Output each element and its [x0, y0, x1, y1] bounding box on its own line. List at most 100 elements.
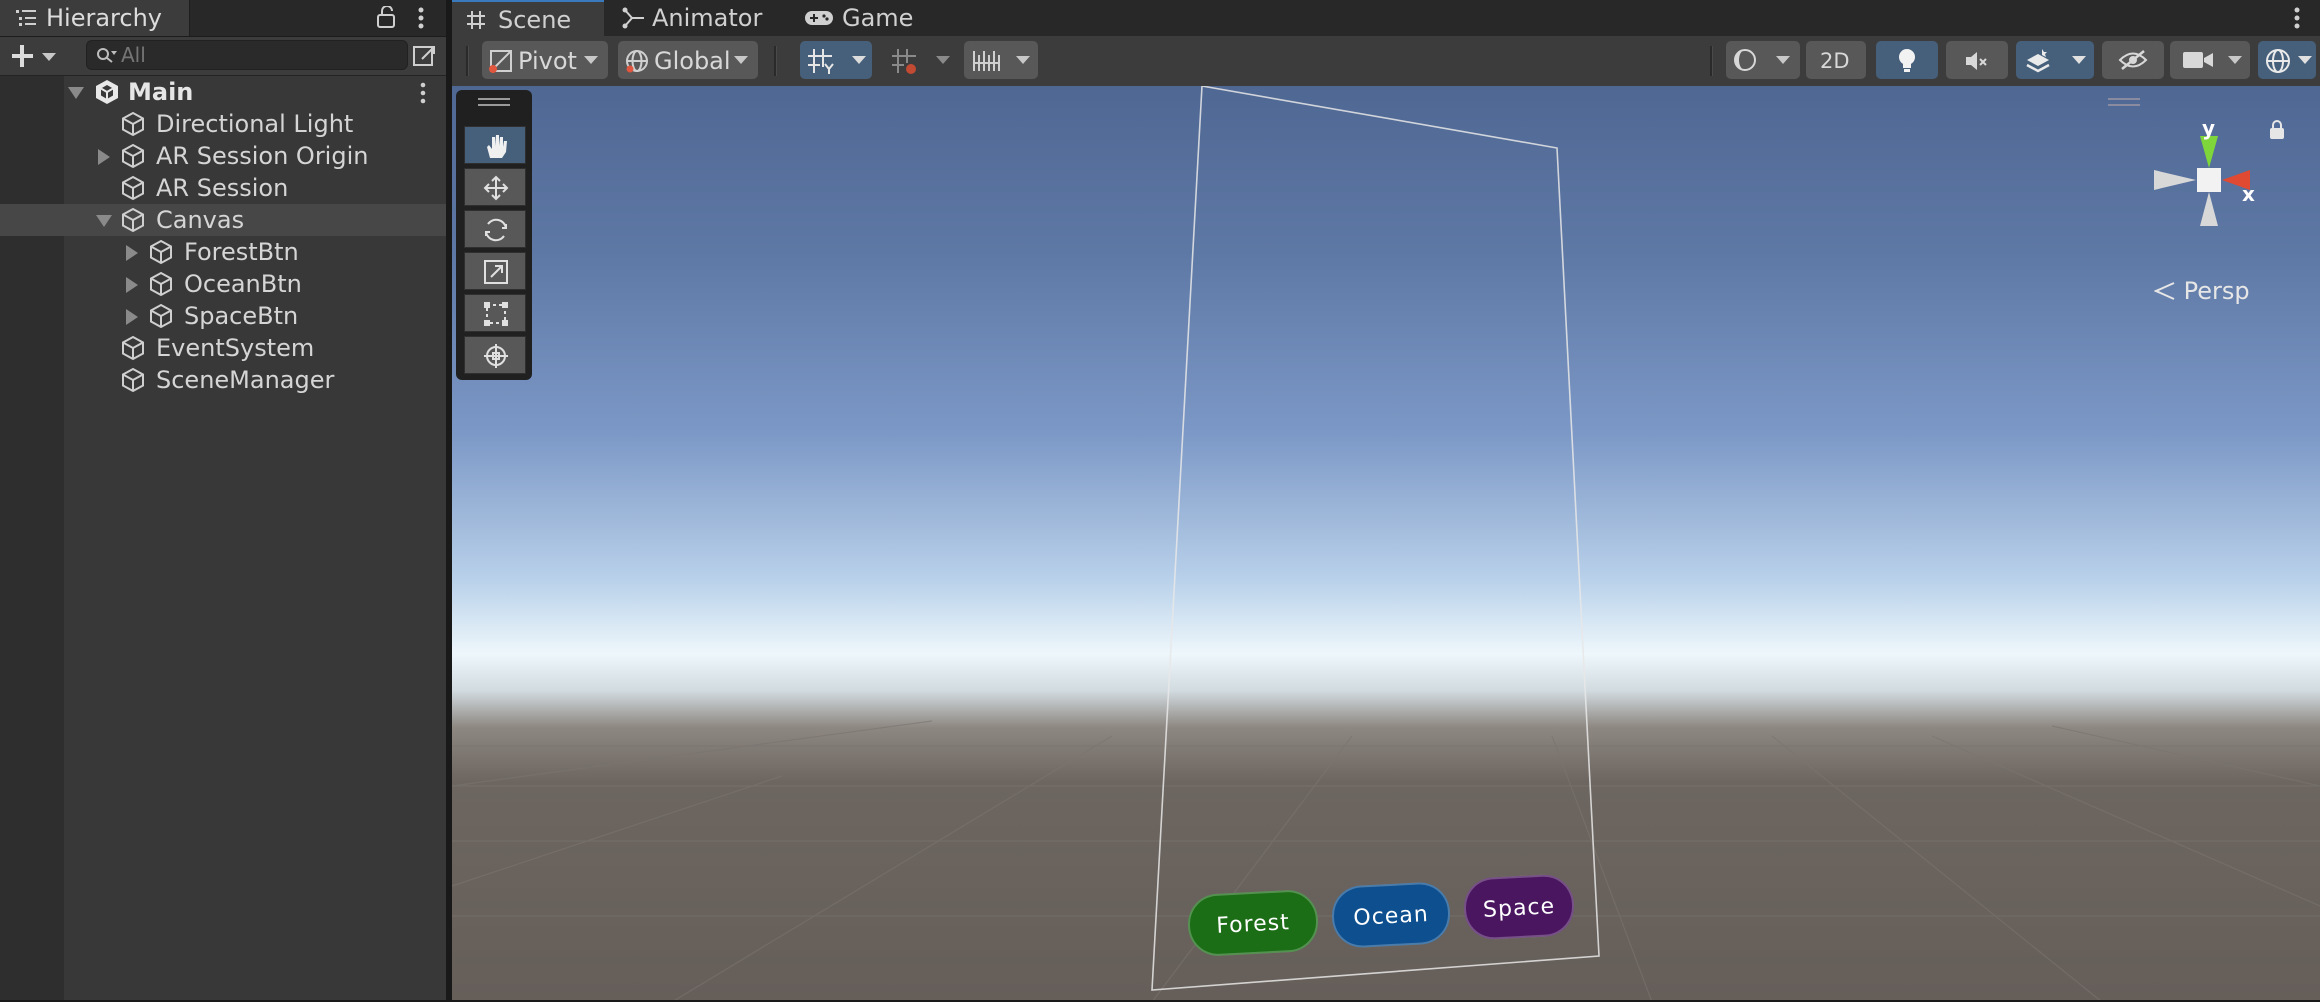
hierarchy-item[interactable]: SceneManager — [0, 364, 446, 396]
scene-toolbar: Pivot Global 2D — [452, 36, 2320, 87]
chevron-down-icon — [734, 56, 748, 64]
shading-sphere-icon — [1732, 47, 1758, 73]
shading-mode-dropdown[interactable] — [1726, 41, 1800, 79]
effects-dropdown[interactable] — [2016, 41, 2094, 79]
scene-name: Main — [128, 78, 194, 106]
chevron-down-icon[interactable] — [2072, 56, 2086, 64]
gameobject-icon — [120, 207, 146, 233]
fold-closed-icon[interactable] — [126, 309, 138, 325]
kebab-menu-icon[interactable] — [2292, 6, 2302, 30]
rect-transform-icon — [482, 300, 510, 328]
fold-closed-icon[interactable] — [98, 149, 110, 165]
fold-open-icon[interactable] — [96, 215, 112, 227]
hierarchy-tree: Main Directional Light AR Session Origin… — [0, 76, 446, 1002]
transform-tool-button[interactable] — [464, 336, 526, 374]
item-label: AR Session — [156, 174, 289, 202]
gizmos-dropdown[interactable] — [2258, 41, 2316, 79]
scene-world — [452, 86, 2320, 1002]
rotate-tool-button[interactable] — [464, 210, 526, 248]
toolbar-separator — [774, 46, 777, 76]
grid-snap-toggle[interactable] — [800, 41, 872, 79]
tab-scene[interactable]: Scene — [452, 0, 604, 36]
global-label: Global — [654, 47, 731, 75]
gizmo-globe-icon — [2264, 47, 2292, 75]
ground-grid — [452, 720, 2320, 1002]
tab-hierarchy[interactable]: Hierarchy — [0, 0, 190, 36]
tab-game[interactable]: Game — [802, 0, 932, 36]
chevron-down-icon — [1776, 56, 1790, 64]
hierarchy-toolbar — [0, 37, 446, 76]
audio-toggle[interactable] — [1946, 41, 2008, 79]
chevron-down-icon[interactable] — [2298, 56, 2312, 64]
search-icon — [95, 46, 117, 66]
hierarchy-item[interactable]: OceanBtn — [0, 268, 446, 300]
tab-label: Scene — [498, 6, 572, 34]
forest-button[interactable]: Forest — [1186, 888, 1320, 958]
global-dropdown[interactable]: Global — [618, 41, 758, 79]
hierarchy-tab-bar: Hierarchy — [0, 0, 446, 37]
rect-tool-button[interactable] — [464, 294, 526, 332]
chevron-down-icon[interactable] — [936, 56, 950, 64]
scene-menu-icon[interactable] — [418, 82, 428, 104]
hand-tool-button[interactable] — [464, 126, 526, 164]
scene-row-main[interactable]: Main — [0, 76, 446, 108]
item-label: Directional Light — [156, 110, 354, 138]
hand-icon — [482, 132, 510, 160]
hierarchy-item[interactable]: AR Session Origin — [0, 140, 446, 172]
gameobject-icon — [148, 239, 174, 265]
list-icon — [16, 8, 36, 28]
gizmo-grip[interactable] — [2108, 98, 2140, 108]
camera-dropdown[interactable] — [2170, 41, 2250, 79]
forest-button-label: Forest — [1215, 910, 1291, 939]
mode-2d-toggle[interactable]: 2D — [1806, 41, 1866, 79]
pick-object-icon[interactable] — [412, 43, 438, 69]
projection-toggle[interactable]: Persp — [2154, 276, 2250, 305]
lighting-toggle[interactable] — [1876, 41, 1938, 79]
space-button-label: Space — [1482, 894, 1556, 923]
mode-2d-label: 2D — [1820, 49, 1850, 73]
tab-label: Animator — [652, 4, 763, 32]
hierarchy-item-selected[interactable]: Canvas — [0, 204, 446, 236]
hierarchy-item[interactable]: AR Session — [0, 172, 446, 204]
perspective-icon — [2154, 281, 2176, 301]
add-button[interactable] — [12, 43, 64, 69]
transform-icon — [482, 342, 510, 370]
space-button[interactable]: Space — [1462, 873, 1576, 941]
ruler-dropdown[interactable] — [964, 41, 1038, 79]
hierarchy-item[interactable]: Directional Light — [0, 108, 446, 140]
canvas-outline — [1151, 86, 1600, 991]
rotate-icon — [482, 216, 510, 244]
hierarchy-item[interactable]: SpaceBtn — [0, 300, 446, 332]
search-field[interactable] — [86, 40, 408, 70]
pivot-label: Pivot — [518, 47, 577, 75]
scale-tool-button[interactable] — [464, 252, 526, 290]
snap-increment-icon — [890, 47, 918, 75]
palette-grip[interactable] — [478, 98, 510, 108]
fold-open-icon[interactable] — [68, 87, 84, 99]
item-label: EventSystem — [156, 334, 315, 362]
item-label: OceanBtn — [184, 270, 302, 298]
increment-snap-toggle[interactable] — [884, 41, 956, 79]
fold-closed-icon[interactable] — [126, 245, 138, 261]
layers-effects-icon — [2024, 47, 2052, 75]
ocean-button[interactable]: Ocean — [1330, 880, 1452, 950]
scene-visibility-toggle[interactable] — [2102, 41, 2164, 79]
search-input[interactable] — [121, 41, 401, 69]
chevron-down-icon[interactable] — [852, 56, 866, 64]
scene-tab-bar: Scene Animator Game — [452, 0, 2320, 36]
move-tool-button[interactable] — [464, 168, 526, 206]
hierarchy-item[interactable]: EventSystem — [0, 332, 446, 364]
hierarchy-item[interactable]: ForestBtn — [0, 236, 446, 268]
move-arrows-icon — [482, 174, 510, 202]
lock-icon[interactable] — [376, 6, 396, 28]
kebab-menu-icon[interactable] — [416, 6, 426, 30]
projection-label: Persp — [2183, 277, 2250, 305]
fold-closed-icon[interactable] — [126, 277, 138, 293]
chevron-down-icon — [1016, 56, 1030, 64]
pivot-dropdown[interactable]: Pivot — [482, 41, 608, 79]
gamepad-icon — [804, 9, 834, 27]
grid-snap-icon — [806, 47, 834, 75]
gizmo-lock-icon[interactable] — [2268, 120, 2286, 140]
scene-viewport[interactable]: Forest Ocean Space y x Persp — [452, 86, 2320, 1002]
tab-animator[interactable]: Animator — [612, 0, 762, 36]
